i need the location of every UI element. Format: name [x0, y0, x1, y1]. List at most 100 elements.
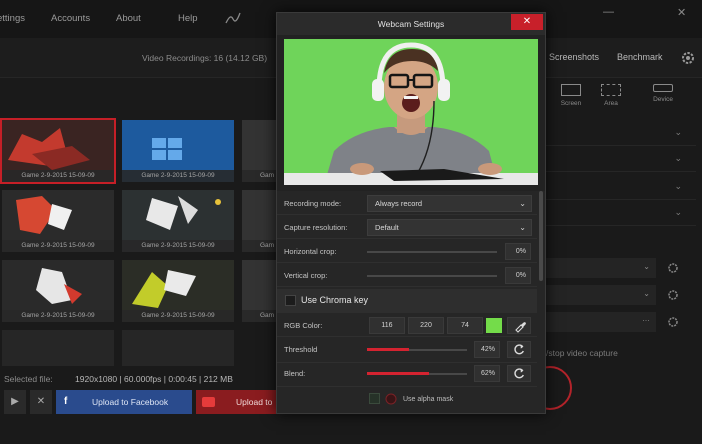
gear-icon[interactable] — [667, 316, 679, 328]
source-device-label: Device — [653, 96, 673, 103]
blend-label: Blend: — [284, 369, 306, 378]
recording-thumb[interactable]: Game 2-9-2015 15-09-09 — [2, 260, 114, 322]
recording-thumb-partial[interactable] — [2, 330, 114, 366]
capture-resolution-row: Capture resolution: Default ⌄ — [277, 217, 537, 239]
horizontal-crop-value[interactable]: 0% — [505, 243, 531, 260]
gear-icon[interactable] — [680, 50, 696, 66]
chevron-down-icon: ⌄ — [519, 223, 526, 232]
horizontal-crop-label: Horizontal crop: — [284, 247, 337, 256]
alpha-mask-icon — [385, 393, 397, 405]
rgb-blue-input[interactable]: 74 — [447, 317, 483, 334]
vertical-crop-row: Vertical crop: 0% — [277, 265, 537, 287]
blend-slider[interactable] — [367, 372, 467, 375]
chevron-down-icon: ⌄ — [643, 262, 650, 271]
recording-thumb[interactable]: Game 2-9-2015 15-09-09 — [2, 190, 114, 252]
chroma-key-row: Use Chroma key — [277, 289, 537, 313]
chevron-down-icon: ⌄ — [674, 153, 682, 163]
right-panel-row[interactable]: ⌄ — [546, 200, 696, 226]
chevron-down-icon: ⌄ — [519, 199, 526, 208]
chroma-key-checkbox[interactable] — [285, 295, 296, 306]
reset-icon — [514, 344, 524, 355]
right-panel-row[interactable]: ⌄ — [546, 174, 696, 200]
selected-file-info: Selected file: 1920x1080 | 60.000fps | 0… — [4, 374, 233, 384]
recording-mode-label: Recording mode: — [284, 199, 342, 208]
reset-icon — [514, 368, 524, 379]
right-panel-select[interactable]: … — [546, 312, 656, 332]
gear-icon[interactable] — [667, 289, 679, 301]
recordings-count: Video Recordings: 16 (14.12 GB) — [142, 53, 268, 63]
selected-file-details: 1920x1080 | 60.000fps | 0:00:45 | 212 MB — [75, 374, 233, 384]
upload-facebook-label: Upload to Facebook — [92, 397, 169, 407]
eyedropper-button[interactable] — [507, 317, 531, 334]
upload-facebook-button[interactable]: f Upload to Facebook — [56, 390, 192, 414]
recording-thumb[interactable]: Game 2-9-2015 15-09-09 — [0, 118, 116, 184]
nav-accounts[interactable]: Accounts — [51, 13, 90, 24]
rgb-red-input[interactable]: 116 — [369, 317, 405, 334]
webcam-preview — [284, 39, 538, 185]
device-icon — [653, 84, 673, 92]
capture-resolution-label: Capture resolution: — [284, 223, 348, 232]
right-panel-row[interactable]: ⌄ — [546, 120, 696, 146]
gear-icon[interactable] — [667, 262, 679, 274]
close-button[interactable]: ✕ — [511, 14, 543, 30]
recording-thumb[interactable]: Game 2-9-2015 15-09-09 — [122, 120, 234, 182]
source-screen-label: Screen — [560, 100, 582, 107]
vertical-crop-slider[interactable] — [367, 275, 497, 277]
chroma-key-label: Use Chroma key — [301, 295, 369, 305]
right-panel-row[interactable]: ⌄ — [546, 146, 696, 172]
upload-youtube-label: Upload to — [236, 397, 273, 407]
thumb-caption: Game 2-9-2015 15-09-09 — [2, 170, 114, 182]
rgb-green-input[interactable]: 220 — [408, 317, 444, 334]
source-area-button[interactable]: Area — [586, 80, 636, 114]
nav-settings[interactable]: ettings — [0, 13, 25, 24]
blend-reset-button[interactable] — [507, 365, 531, 382]
thumb-caption: Game 2-9-2015 15-09-09 — [2, 310, 114, 322]
rgb-color-label: RGB Color: — [284, 321, 323, 330]
tab-benchmark[interactable]: Benchmark — [617, 52, 663, 62]
thumb-caption: Game 2-9-2015 15-09-09 — [2, 240, 114, 252]
right-panel-select[interactable]: ⌄ — [546, 258, 656, 278]
dialog-title: Webcam Settings — [277, 13, 545, 35]
chevron-down-icon: ⌄ — [674, 181, 682, 191]
alpha-mask-checkbox[interactable] — [369, 393, 380, 404]
color-swatch[interactable] — [486, 318, 502, 333]
area-icon — [601, 84, 621, 96]
blend-fill — [367, 372, 429, 375]
threshold-reset-button[interactable] — [507, 341, 531, 358]
upload-youtube-button[interactable]: Upload to — [196, 390, 276, 414]
nav-about[interactable]: About — [116, 13, 141, 24]
source-device-button[interactable]: Device — [638, 80, 688, 114]
chevron-down-icon: ⌄ — [674, 207, 682, 217]
rgb-color-row: RGB Color: 116 220 74 — [277, 315, 537, 337]
signature-icon[interactable] — [224, 9, 242, 27]
facebook-icon: f — [64, 396, 68, 407]
stop-capture-hint: /stop video capture — [546, 348, 618, 358]
threshold-slider[interactable] — [367, 348, 467, 351]
horizontal-crop-slider[interactable] — [367, 251, 497, 253]
capture-resolution-value: Default — [375, 223, 399, 232]
delete-button[interactable]: ✕ — [30, 390, 52, 414]
vertical-crop-label: Vertical crop: — [284, 271, 328, 280]
threshold-row: Threshold 42% — [277, 339, 537, 363]
right-panel-select[interactable]: ⌄ — [546, 285, 656, 305]
thumb-caption: Game 2-9-2015 15-09-09 — [122, 240, 234, 252]
vertical-crop-value[interactable]: 0% — [505, 267, 531, 284]
blend-value[interactable]: 62% — [474, 365, 500, 382]
threshold-label: Threshold — [284, 345, 318, 354]
close-app-button[interactable]: ✕ — [677, 6, 686, 19]
webcam-settings-dialog: Webcam Settings ✕ Recording mode: Always… — [276, 12, 546, 414]
recording-thumb[interactable]: Game 2-9-2015 15-09-09 — [122, 260, 234, 322]
threshold-value[interactable]: 42% — [474, 341, 500, 358]
settings-scrollbar[interactable] — [539, 191, 543, 281]
tab-screenshots[interactable]: Screenshots — [549, 52, 599, 62]
play-button[interactable]: ▶ — [4, 390, 26, 414]
recording-mode-value: Always record — [375, 199, 423, 208]
recording-thumb[interactable]: Game 2-9-2015 15-09-09 — [122, 190, 234, 252]
blend-row: Blend: 62% — [277, 363, 537, 387]
capture-resolution-select[interactable]: Default ⌄ — [367, 219, 532, 236]
recording-mode-select[interactable]: Always record ⌄ — [367, 195, 532, 212]
nav-help[interactable]: Help — [178, 13, 198, 24]
screen-icon — [561, 84, 581, 96]
minimize-button[interactable]: — — [603, 6, 614, 18]
recording-thumb-partial[interactable] — [122, 330, 234, 366]
